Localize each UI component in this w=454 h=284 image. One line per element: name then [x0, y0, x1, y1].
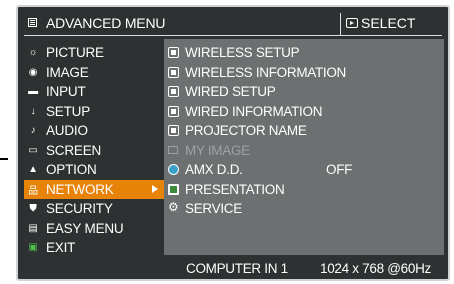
wireless-setup-icon — [168, 47, 179, 59]
menu-item-easy-menu[interactable]: ▤ EASY MENU — [24, 219, 164, 239]
submenu-item-label: PROJECTOR NAME — [185, 123, 307, 139]
globe-icon — [168, 164, 179, 176]
exit-icon: ▣ — [28, 242, 38, 254]
osd-menu-window: ADVANCED MENU SELECT ☼ PICTURE ◉ IMAGE ▬… — [16, 5, 450, 281]
wired-info-icon — [168, 105, 179, 117]
menu-item-exit[interactable]: ▣ EXIT — [24, 238, 164, 258]
input-source-status: COMPUTER IN 1 — [186, 261, 288, 276]
menu-item-input[interactable]: ▬ INPUT — [24, 82, 164, 102]
menu-item-screen[interactable]: ▭ SCREEN — [24, 141, 164, 161]
menu-item-label: EXIT — [46, 240, 76, 256]
sun-icon: ☼ — [28, 47, 38, 59]
menu-item-label: SETUP — [46, 103, 91, 119]
select-hint: SELECT — [346, 15, 415, 31]
menu-item-label: SCREEN — [46, 142, 102, 158]
menu-item-picture[interactable]: ☼ PICTURE — [24, 43, 164, 63]
menu-item-label: NETWORK — [46, 181, 114, 197]
menu-item-label: PICTURE — [46, 45, 104, 61]
title-divider — [340, 13, 341, 35]
resolution-status: 1024 x 768 @60Hz — [320, 261, 431, 276]
setup-icon: ↓ — [30, 105, 36, 117]
shield-icon: ⛊ — [29, 203, 37, 215]
menu-item-image[interactable]: ◉ IMAGE — [24, 63, 164, 83]
submenu-item-my-image: MY IMAGE — [164, 141, 444, 161]
submenu-item-wireless-setup[interactable]: WIRELESS SETUP — [164, 43, 444, 63]
title-bar: ADVANCED MENU SELECT — [24, 13, 442, 36]
enter-key-icon — [346, 18, 358, 28]
menu-icon — [28, 18, 37, 27]
menu-item-label: AUDIO — [46, 123, 88, 139]
note-icon: ♪ — [30, 125, 36, 137]
menu-item-network[interactable]: 品 NETWORK — [24, 179, 164, 199]
wired-setup-icon — [168, 86, 179, 98]
screen-icon: ▭ — [28, 144, 38, 156]
callout-line — [0, 158, 8, 160]
submenu-item-wireless-information[interactable]: WIRELESS INFORMATION — [164, 63, 444, 83]
submenu-item-label: SERVICE — [185, 201, 242, 217]
menu-item-label: OPTION — [46, 162, 97, 178]
projector-name-icon — [168, 125, 179, 137]
submenu-item-label: WIRED SETUP — [185, 84, 276, 100]
main-menu: ☼ PICTURE ◉ IMAGE ▬ INPUT ↓ SETUP ♪ AUDI… — [24, 43, 164, 258]
amx-dd-value: OFF — [326, 162, 353, 178]
menu-item-option[interactable]: ▲ OPTION — [24, 160, 164, 180]
option-icon: ▲ — [28, 164, 38, 176]
submenu-item-label: WIRELESS INFORMATION — [185, 64, 347, 80]
submenu-item-presentation[interactable]: PRESENTATION — [164, 180, 444, 200]
select-hint-label: SELECT — [361, 15, 416, 31]
menu-item-label: SECURITY — [46, 201, 113, 217]
status-bar: COMPUTER IN 1 1024 x 768 @60Hz — [164, 258, 444, 278]
submenu-item-service[interactable]: SERVICE — [164, 199, 444, 219]
image-icon: ◉ — [28, 66, 38, 78]
menu-item-security[interactable]: ⛊ SECURITY — [24, 199, 164, 219]
submenu-item-label: AMX D.D. — [185, 162, 243, 178]
submenu-item-label: WIRED INFORMATION — [185, 103, 323, 119]
submenu-item-amx-dd[interactable]: AMX D.D. OFF — [164, 160, 444, 180]
easy-menu-icon: ▤ — [28, 222, 38, 234]
network-submenu: WIRELESS SETUP WIRELESS INFORMATION WIRE… — [164, 39, 444, 255]
submenu-item-wired-setup[interactable]: WIRED SETUP — [164, 82, 444, 102]
service-icon — [168, 200, 179, 214]
submenu-item-label: WIRELESS SETUP — [185, 45, 300, 61]
menu-item-setup[interactable]: ↓ SETUP — [24, 102, 164, 122]
network-icon: 品 — [28, 185, 38, 197]
menu-item-label: IMAGE — [46, 64, 89, 80]
submenu-item-projector-name[interactable]: PROJECTOR NAME — [164, 121, 444, 141]
submenu-item-label: PRESENTATION — [185, 181, 285, 197]
submenu-item-label: MY IMAGE — [185, 142, 250, 158]
menu-item-audio[interactable]: ♪ AUDIO — [24, 121, 164, 141]
menu-title: ADVANCED MENU — [46, 15, 166, 31]
menu-item-label: INPUT — [46, 84, 86, 100]
input-icon: ▬ — [28, 86, 38, 98]
my-image-icon — [168, 145, 179, 156]
submenu-arrow-icon — [152, 184, 158, 193]
menu-item-label: EASY MENU — [46, 220, 124, 236]
submenu-item-wired-information[interactable]: WIRED INFORMATION — [164, 102, 444, 122]
presentation-icon — [168, 183, 179, 195]
wireless-info-icon — [168, 66, 179, 78]
